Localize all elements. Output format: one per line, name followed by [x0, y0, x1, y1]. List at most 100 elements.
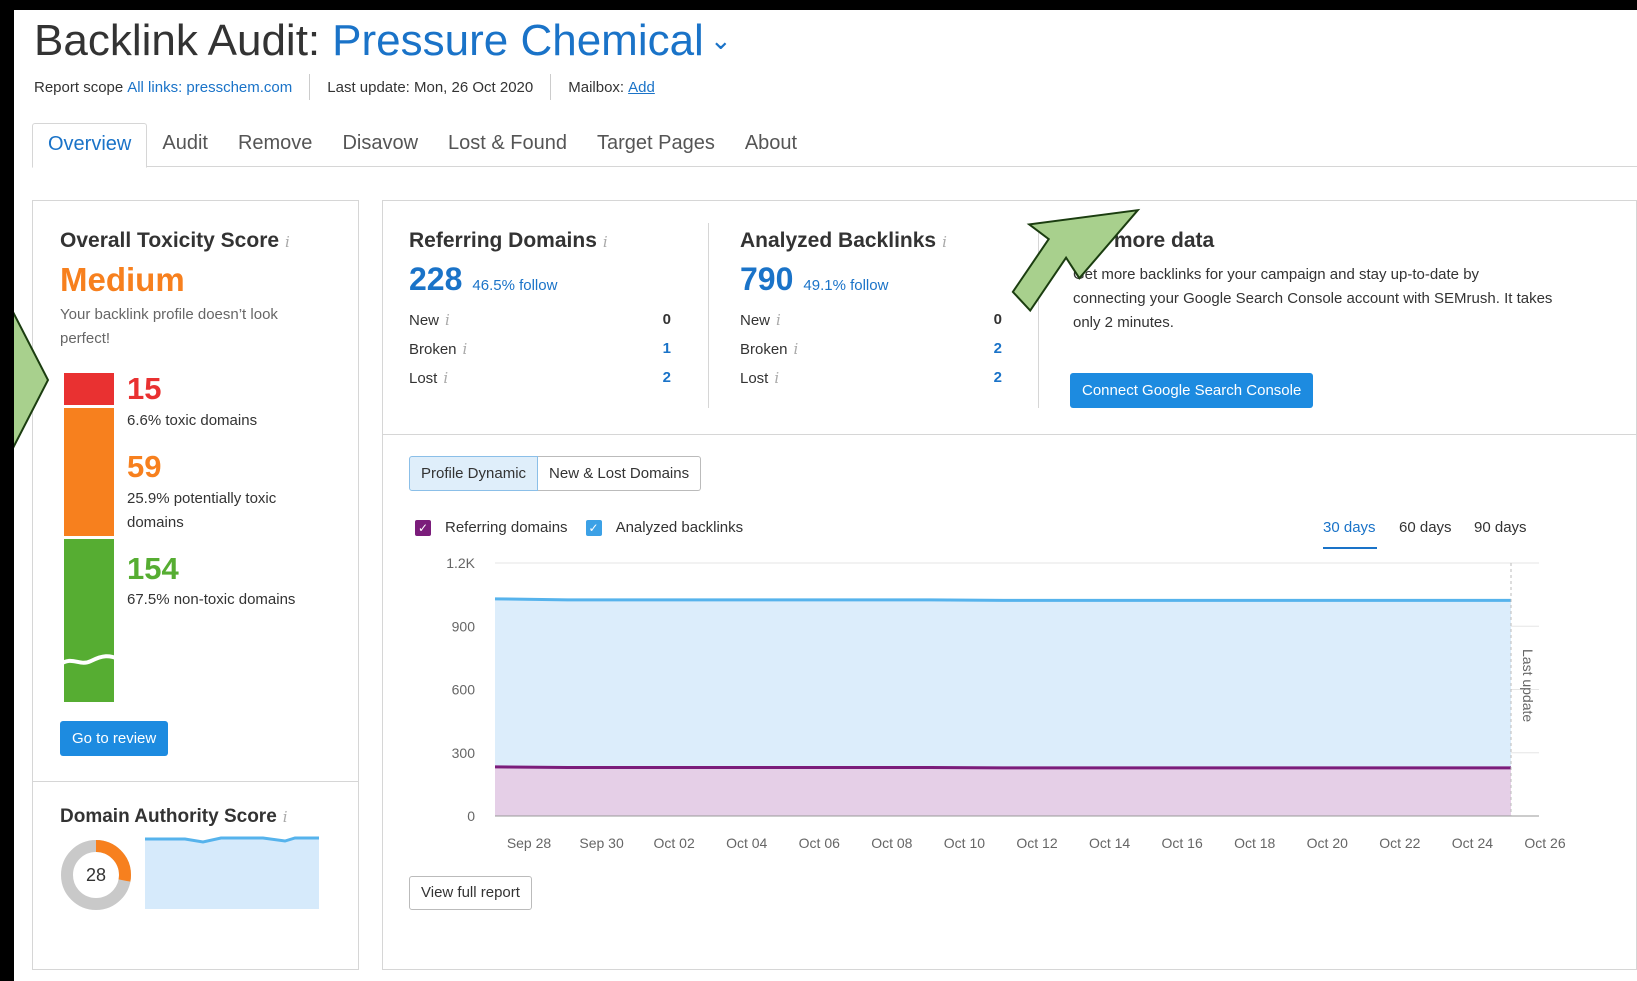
authority-donut: 28	[61, 840, 131, 910]
nontoxic-segment	[64, 539, 114, 702]
new-lost-domains-tab[interactable]: New & Lost Domains	[538, 456, 702, 491]
info-icon[interactable]: i	[285, 233, 290, 251]
divider	[708, 223, 709, 408]
tab-overview[interactable]: Overview	[32, 123, 148, 168]
x-tick-label: Oct 16	[1162, 835, 1203, 851]
referring-follow[interactable]: 46.5% follow	[472, 277, 557, 294]
metric-label: New	[740, 312, 771, 329]
checkbox-checked-icon[interactable]: ✓	[415, 519, 431, 536]
tab-about[interactable]: About	[730, 123, 812, 167]
metric-value: 0	[993, 311, 1002, 328]
divider	[309, 74, 311, 100]
potential-label: 25.9% potentially toxic domains	[127, 490, 277, 531]
metric-value[interactable]: 2	[994, 369, 1002, 387]
y-tick-label: 600	[452, 682, 476, 698]
toxicity-description: Your backlink profile doesn’t look perfe…	[60, 306, 278, 347]
bar-break-icon	[57, 654, 120, 667]
divider	[550, 74, 552, 100]
tab-audit[interactable]: Audit	[147, 123, 223, 167]
go-to-review-button[interactable]: Go to review	[60, 721, 169, 756]
metric-row: Lost i 2	[409, 369, 671, 387]
backlinks-value[interactable]: 790	[740, 261, 793, 297]
potential-count: 59	[127, 449, 162, 484]
x-tick-label: Oct 04	[726, 835, 767, 851]
tab-lost-found[interactable]: Lost & Found	[433, 123, 582, 167]
checkbox-checked-icon[interactable]: ✓	[585, 519, 602, 536]
chevron-down-icon[interactable]: ⌄	[710, 25, 732, 56]
metric-row: New i 0	[409, 311, 671, 329]
profile-dynamic-chart: 0 300 600 900 1.2K Last update Sep 28 Sep 30 Oct…	[446, 555, 1566, 851]
backlinks-title: Analyzed Backlinks i	[740, 229, 947, 253]
info-icon[interactable]: i	[942, 233, 947, 251]
more-data-title: Get more data	[1073, 229, 1215, 252]
last-update: Last update: Mon, 26 Oct 2020	[327, 78, 534, 96]
toxicity-score: Medium	[60, 261, 185, 298]
toxicity-title: Overall Toxicity Score i	[60, 229, 290, 253]
report-scope-label: Report scope	[34, 78, 124, 96]
authority-title-text: Domain Authority Score	[60, 806, 277, 827]
y-tick-label: 0	[467, 808, 475, 824]
divider	[383, 434, 1636, 435]
info-icon[interactable]: i	[445, 311, 450, 329]
metric-value[interactable]: 2	[994, 340, 1002, 358]
x-tick-label: Sep 30	[579, 835, 624, 851]
authority-score: 28	[86, 865, 106, 885]
metric-value: 0	[662, 311, 671, 328]
profile-dynamic-tab[interactable]: Profile Dynamic	[409, 456, 539, 491]
mailbox-add-link[interactable]: Add	[628, 79, 655, 96]
backlinks-follow[interactable]: 49.1% follow	[803, 277, 888, 294]
divider	[33, 781, 358, 782]
tab-remove[interactable]: Remove	[223, 123, 327, 167]
authority-trend-chart	[145, 836, 319, 909]
series-area	[495, 766, 1511, 816]
range-30-days[interactable]: 30 days	[1323, 519, 1376, 536]
metric-value[interactable]: 1	[663, 340, 671, 358]
last-update-label: Last update	[1520, 649, 1536, 722]
range-90-days[interactable]: 90 days	[1474, 519, 1527, 536]
x-tick-label: Oct 18	[1234, 835, 1275, 851]
metric-value[interactable]: 2	[663, 369, 671, 387]
page-title: Backlink Audit: Pressure Chemical ⌄	[34, 16, 732, 66]
more-data-text: Get more backlinks for your campaign and…	[1073, 266, 1553, 331]
metric-label: New	[409, 312, 440, 329]
x-tick-label: Oct 12	[1016, 835, 1057, 851]
referring-title: Referring Domains i	[409, 229, 608, 253]
range-60-days[interactable]: 60 days	[1399, 519, 1452, 536]
view-full-report-button[interactable]: View full report	[409, 876, 532, 910]
chart-legend: ✓ Referring domains ✓ Analyzed backlinks	[415, 519, 743, 536]
app-frame: Backlink Audit: Pressure Chemical ⌄ Repo…	[14, 10, 1637, 981]
tab-target-pages[interactable]: Target Pages	[582, 123, 730, 167]
info-icon[interactable]: i	[774, 369, 779, 387]
info-icon[interactable]: i	[283, 808, 288, 826]
x-tick-label: Oct 24	[1452, 835, 1493, 851]
toxicity-card: Overall Toxicity Score i Medium Your back…	[32, 200, 359, 970]
metric-label: Broken	[409, 341, 457, 358]
series-line	[494, 597, 1511, 602]
report-scope-link[interactable]: All links: presschem.com	[127, 79, 292, 96]
metric-row: Broken i 2	[740, 340, 1002, 358]
info-icon[interactable]: i	[776, 311, 781, 329]
metric-row: New i 0	[740, 311, 1002, 329]
referring-title-text: Referring Domains	[409, 229, 597, 252]
page-title-text: Backlink Audit:	[34, 16, 321, 65]
y-tick-label: 900	[452, 618, 476, 634]
metric-label: Lost	[740, 370, 769, 387]
toxic-label: 6.6% toxic domains	[127, 412, 258, 429]
authority-title: Domain Authority Score i	[60, 806, 288, 828]
legend-referring: Referring domains	[445, 519, 568, 536]
connect-gsc-button[interactable]: Connect Google Search Console	[1070, 373, 1314, 408]
nontoxic-count: 154	[127, 551, 179, 586]
referring-value[interactable]: 228	[409, 261, 462, 297]
info-icon[interactable]: i	[794, 340, 799, 358]
tab-disavow[interactable]: Disavow	[327, 123, 433, 167]
analyzed-backlinks-block: Analyzed Backlinks i 790 49.1% follow New i…	[740, 229, 1002, 387]
metric-row: Broken i 1	[409, 340, 671, 358]
x-tick-label: Oct 14	[1089, 835, 1130, 851]
divider	[1038, 223, 1039, 408]
report-meta: Report scope All links: presschem.com La…	[34, 74, 655, 100]
info-icon[interactable]: i	[443, 369, 448, 387]
info-icon[interactable]: i	[463, 340, 468, 358]
project-selector[interactable]: Pressure Chemical	[332, 16, 704, 66]
metric-row: Lost i 2	[740, 369, 1002, 387]
info-icon[interactable]: i	[603, 233, 608, 251]
